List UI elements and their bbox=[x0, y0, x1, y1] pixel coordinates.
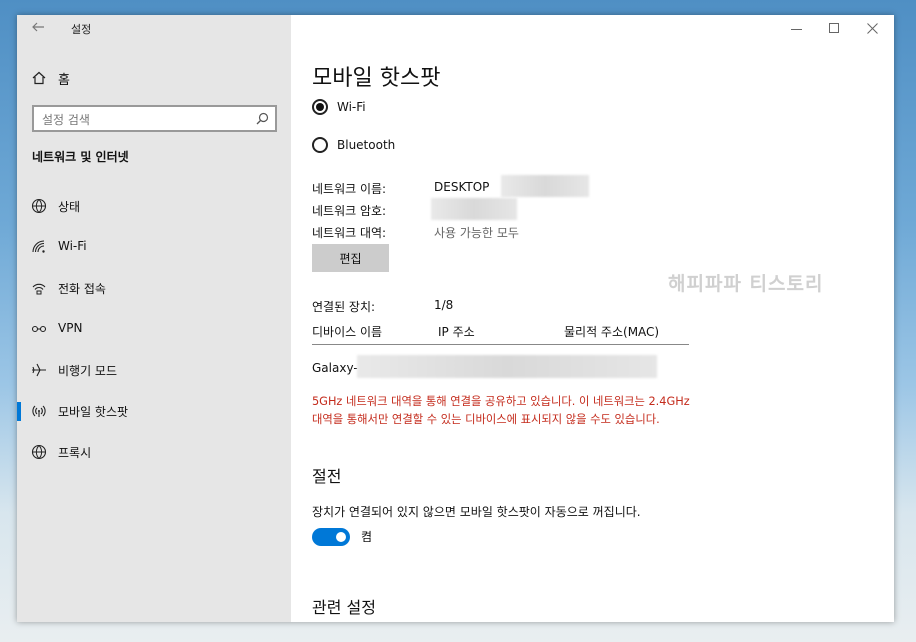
device-name: Galaxy- bbox=[312, 361, 358, 375]
page-title: 모바일 핫스팟 bbox=[312, 66, 441, 91]
sidebar: 설정 홈 설정 검색 네트워크 및 인터넷 상태 Wi-Fi 전화 접속 VPN… bbox=[17, 15, 291, 622]
sidebar-item-vpn[interactable]: VPN bbox=[17, 314, 291, 344]
title-bar: 설정 bbox=[17, 15, 291, 45]
sidebar-item-proxy[interactable]: 프록시 bbox=[17, 437, 291, 467]
search-input[interactable]: 설정 검색 bbox=[32, 105, 277, 132]
sidebar-item-label: 프록시 bbox=[58, 446, 92, 460]
sidebar-item-airplane[interactable]: 비행기 모드 bbox=[17, 355, 291, 385]
power-saving-heading: 절전 bbox=[312, 467, 342, 486]
main-content: 모바일 핫스팟 Wi-Fi Bluetooth 네트워크 이름: DESKTOP… bbox=[291, 15, 894, 622]
column-header-mac: 물리적 주소(MAC) bbox=[564, 325, 660, 339]
connected-devices-label: 연결된 장치: bbox=[312, 300, 376, 314]
maximize-icon[interactable] bbox=[829, 23, 840, 34]
section-title: 네트워크 및 인터넷 bbox=[32, 150, 129, 164]
sidebar-item-dialup[interactable]: 전화 접속 bbox=[17, 273, 291, 303]
globe-icon bbox=[31, 444, 47, 460]
sidebar-item-label: VPN bbox=[58, 321, 83, 335]
wifi-icon bbox=[32, 240, 45, 253]
table-divider bbox=[312, 344, 689, 345]
network-band-label: 네트워크 대역: bbox=[312, 226, 387, 240]
toggle-state-label: 켬 bbox=[361, 530, 373, 544]
radio-indicator[interactable] bbox=[312, 99, 328, 115]
radio-wifi[interactable]: Wi-Fi bbox=[312, 99, 366, 115]
close-icon[interactable] bbox=[867, 23, 878, 34]
sidebar-item-label: 모바일 핫스팟 bbox=[58, 405, 129, 419]
network-band-value: 사용 가능한 모두 bbox=[434, 226, 519, 240]
hotspot-icon bbox=[32, 405, 46, 417]
home-link[interactable]: 홈 bbox=[32, 69, 70, 88]
network-password-label: 네트워크 암호: bbox=[312, 204, 387, 218]
column-header-ip: IP 주소 bbox=[438, 325, 475, 339]
toggle-knob bbox=[336, 532, 346, 542]
back-arrow-icon[interactable] bbox=[31, 20, 45, 34]
sidebar-item-status[interactable]: 상태 bbox=[17, 191, 291, 221]
band-warning-text: 5GHz 네트워크 대역을 통해 연결을 공유하고 있습니다. 이 네트워크는 … bbox=[312, 395, 690, 426]
redacted-network-name bbox=[501, 175, 589, 197]
power-saving-description: 장치가 연결되어 있지 않으면 모바일 핫스팟이 자동으로 꺼집니다. bbox=[312, 505, 641, 519]
app-title: 설정 bbox=[71, 23, 92, 36]
radio-bluetooth[interactable]: Bluetooth bbox=[312, 137, 395, 153]
network-name-label: 네트워크 이름: bbox=[312, 182, 387, 196]
sidebar-item-wifi[interactable]: Wi-Fi bbox=[17, 232, 291, 262]
sidebar-item-mobile-hotspot[interactable]: 모바일 핫스팟 bbox=[17, 396, 291, 426]
sidebar-item-label: 상태 bbox=[58, 200, 81, 214]
home-icon bbox=[32, 71, 46, 85]
edit-button[interactable]: 편집 bbox=[312, 244, 389, 272]
related-settings-heading: 관련 설정 bbox=[312, 598, 376, 617]
network-name-value: DESKTOP bbox=[434, 180, 490, 194]
search-icon bbox=[256, 112, 269, 125]
minimize-icon[interactable] bbox=[791, 24, 802, 35]
airplane-icon bbox=[32, 363, 46, 377]
sidebar-item-label: Wi-Fi bbox=[58, 239, 87, 253]
sidebar-item-label: 비행기 모드 bbox=[58, 364, 118, 378]
sidebar-item-label: 전화 접속 bbox=[58, 282, 106, 296]
globe-status-icon bbox=[31, 198, 47, 214]
radio-indicator[interactable] bbox=[312, 137, 328, 153]
radio-label: Wi-Fi bbox=[337, 100, 366, 114]
column-header-device-name: 디바이스 이름 bbox=[312, 325, 383, 339]
dialup-icon bbox=[32, 283, 46, 295]
search-placeholder: 설정 검색 bbox=[42, 113, 90, 127]
radio-label: Bluetooth bbox=[337, 138, 396, 152]
power-saving-toggle[interactable] bbox=[312, 528, 350, 546]
connected-devices-value: 1/8 bbox=[434, 298, 454, 312]
home-label: 홈 bbox=[58, 72, 70, 88]
settings-window: 설정 홈 설정 검색 네트워크 및 인터넷 상태 Wi-Fi 전화 접속 VPN… bbox=[17, 15, 894, 622]
vpn-icon bbox=[31, 325, 47, 333]
redacted-password bbox=[431, 198, 517, 220]
redacted-device-details bbox=[357, 355, 657, 378]
watermark: 해피파파 티스토리 bbox=[668, 273, 824, 295]
